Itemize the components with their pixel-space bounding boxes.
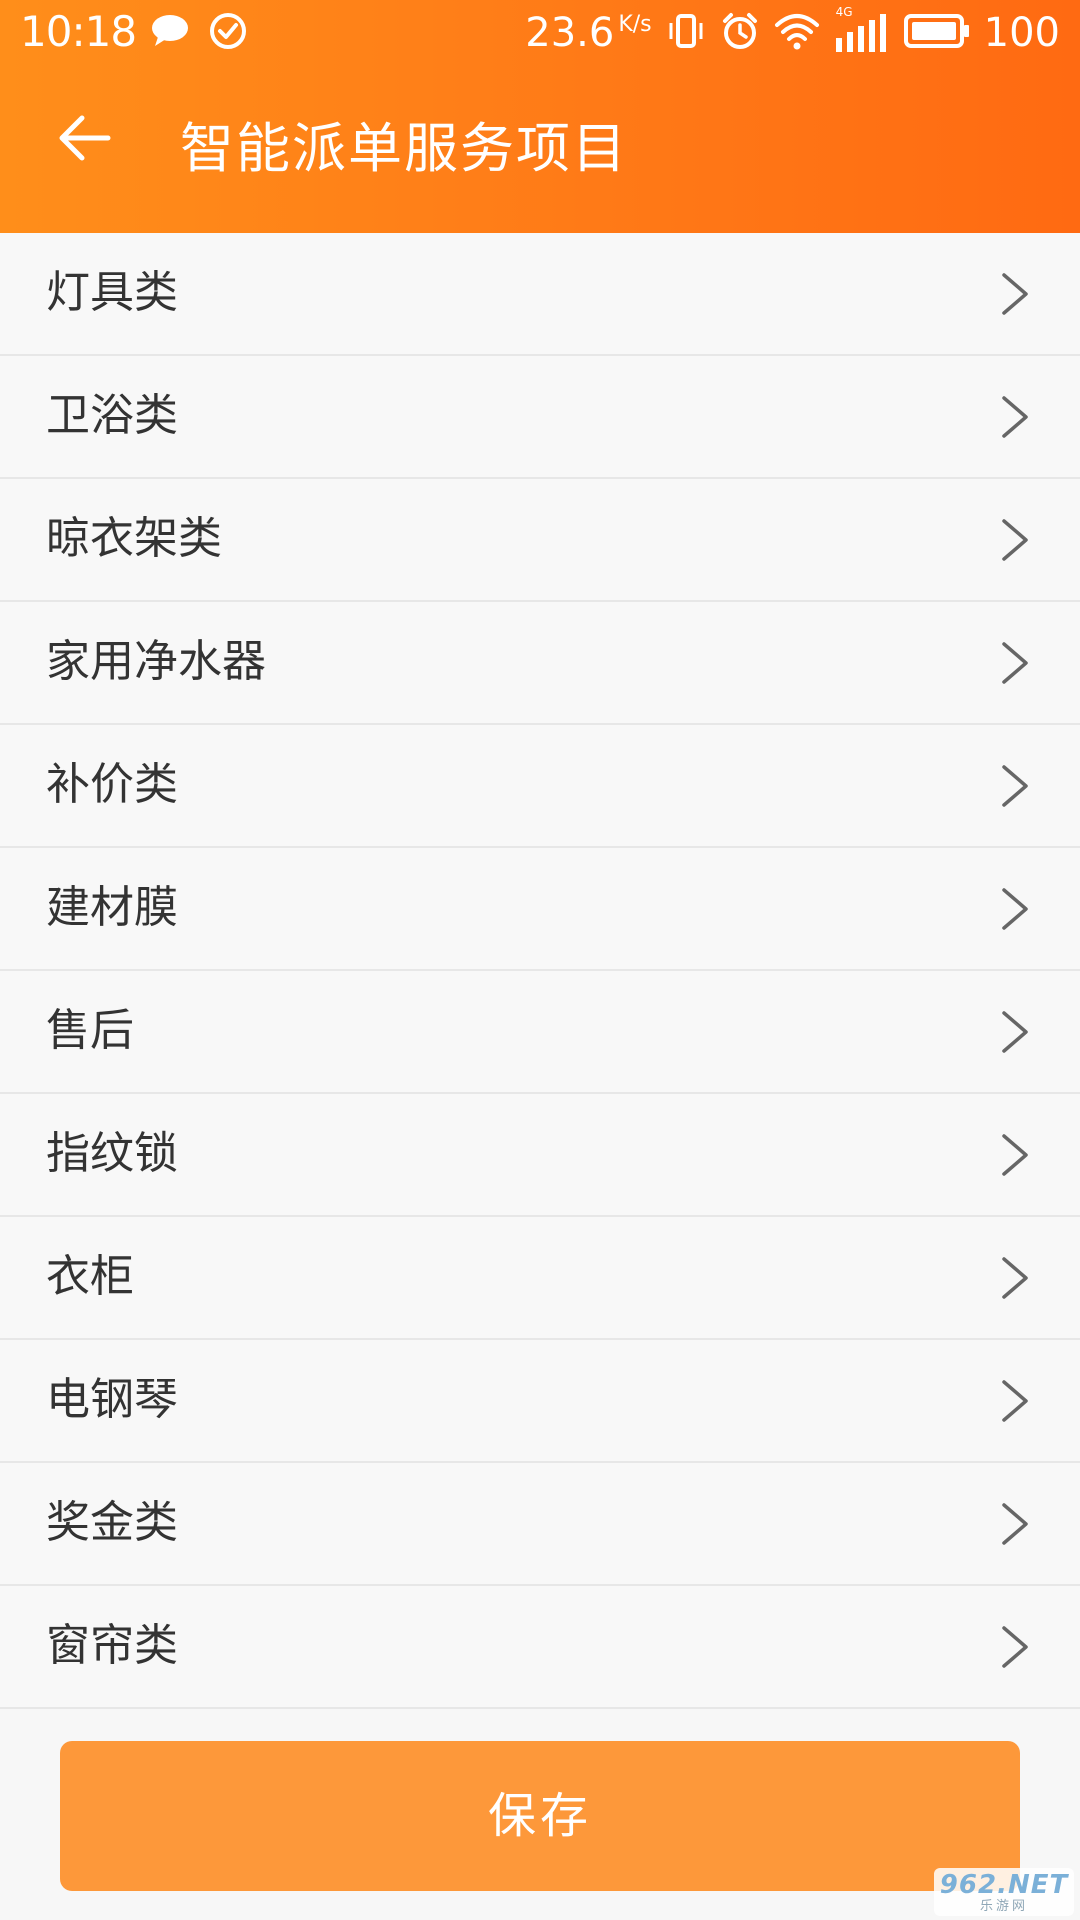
list-item-label: 衣柜 [46, 1251, 134, 1302]
signal-icon: 4G [834, 6, 890, 54]
status-system-icons: 23.6 K/s 4G 100 [525, 6, 1060, 60]
list-item[interactable]: 奖金类 [0, 1463, 1080, 1586]
chevron-right-icon [1002, 1257, 1028, 1299]
page-title: 智能派单服务项目 [180, 117, 628, 180]
list-item[interactable]: 衣柜 [0, 1217, 1080, 1340]
chevron-right-icon [1002, 642, 1028, 684]
navigation-bar: 智能派单服务项目 [0, 66, 1080, 233]
watermark-subtext: 乐游网 [979, 1898, 1028, 1914]
service-category-list: 灯具类 卫浴类 晾衣架类 家用净水器 补价类 建材膜 售后 指纹锁 衣柜 电钢琴… [0, 233, 1080, 1709]
chevron-right-icon [1002, 273, 1028, 315]
watermark-text: 962.NET [939, 1869, 1069, 1900]
back-button[interactable] [44, 100, 124, 180]
network-speed-value: 23.6 [525, 10, 615, 56]
list-item-label: 指纹锁 [46, 1128, 178, 1179]
chevron-right-icon [1002, 1380, 1028, 1422]
list-item[interactable]: 补价类 [0, 725, 1080, 848]
list-item-label: 奖金类 [46, 1497, 178, 1548]
status-bar: 10:18 23.6 K/s 4G 100 [0, 0, 1080, 66]
status-notification-icons [150, 12, 248, 54]
vibrate-icon [666, 11, 706, 55]
chevron-right-icon [1002, 396, 1028, 438]
list-item-label: 卫浴类 [46, 390, 178, 441]
list-item[interactable]: 窗帘类 [0, 1586, 1080, 1709]
list-item[interactable]: 卫浴类 [0, 356, 1080, 479]
network-type-label: 4G [835, 5, 853, 19]
list-item[interactable]: 电钢琴 [0, 1340, 1080, 1463]
list-item[interactable]: 售后 [0, 971, 1080, 1094]
chevron-right-icon [1002, 765, 1028, 807]
watermark-logo: 962.NET 乐游网 [934, 1868, 1074, 1916]
chevron-right-icon [1002, 519, 1028, 561]
alarm-icon [720, 11, 760, 55]
battery-icon [903, 13, 970, 53]
list-item[interactable]: 建材膜 [0, 848, 1080, 971]
network-speed-unit: K/s [618, 12, 652, 37]
chevron-right-icon [1002, 1134, 1028, 1176]
list-item-label: 灯具类 [46, 267, 178, 318]
message-icon [150, 13, 190, 53]
list-item-label: 家用净水器 [46, 636, 266, 687]
status-time: 10:18 [20, 7, 137, 56]
footer: 保存 962.NET 乐游网 [0, 1713, 1080, 1920]
arrow-left-icon [56, 114, 112, 166]
chevron-right-icon [1002, 1011, 1028, 1053]
list-item[interactable]: 晾衣架类 [0, 479, 1080, 602]
chevron-right-icon [1002, 888, 1028, 930]
list-item-label: 电钢琴 [46, 1374, 178, 1425]
save-button[interactable]: 保存 [60, 1741, 1020, 1891]
list-item-label: 售后 [46, 1005, 134, 1056]
battery-level: 100 [983, 10, 1060, 56]
list-item-label: 补价类 [46, 759, 178, 810]
list-item[interactable]: 家用净水器 [0, 602, 1080, 725]
list-item-label: 窗帘类 [46, 1620, 178, 1671]
list-item-label: 晾衣架类 [46, 513, 222, 564]
screen: 10:18 23.6 K/s 4G 100 智能派单服务项目 灯具类 卫浴类 晾… [0, 0, 1080, 1920]
chevron-right-icon [1002, 1503, 1028, 1545]
list-item[interactable]: 灯具类 [0, 233, 1080, 356]
app-header-background: 10:18 23.6 K/s 4G 100 智能派单服务项目 [0, 0, 1080, 233]
wifi-icon [774, 11, 820, 55]
network-speed: 23.6 K/s [525, 6, 651, 60]
list-item[interactable]: 指纹锁 [0, 1094, 1080, 1217]
check-circle-icon [208, 11, 248, 55]
chevron-right-icon [1002, 1626, 1028, 1668]
list-item-label: 建材膜 [46, 882, 178, 933]
